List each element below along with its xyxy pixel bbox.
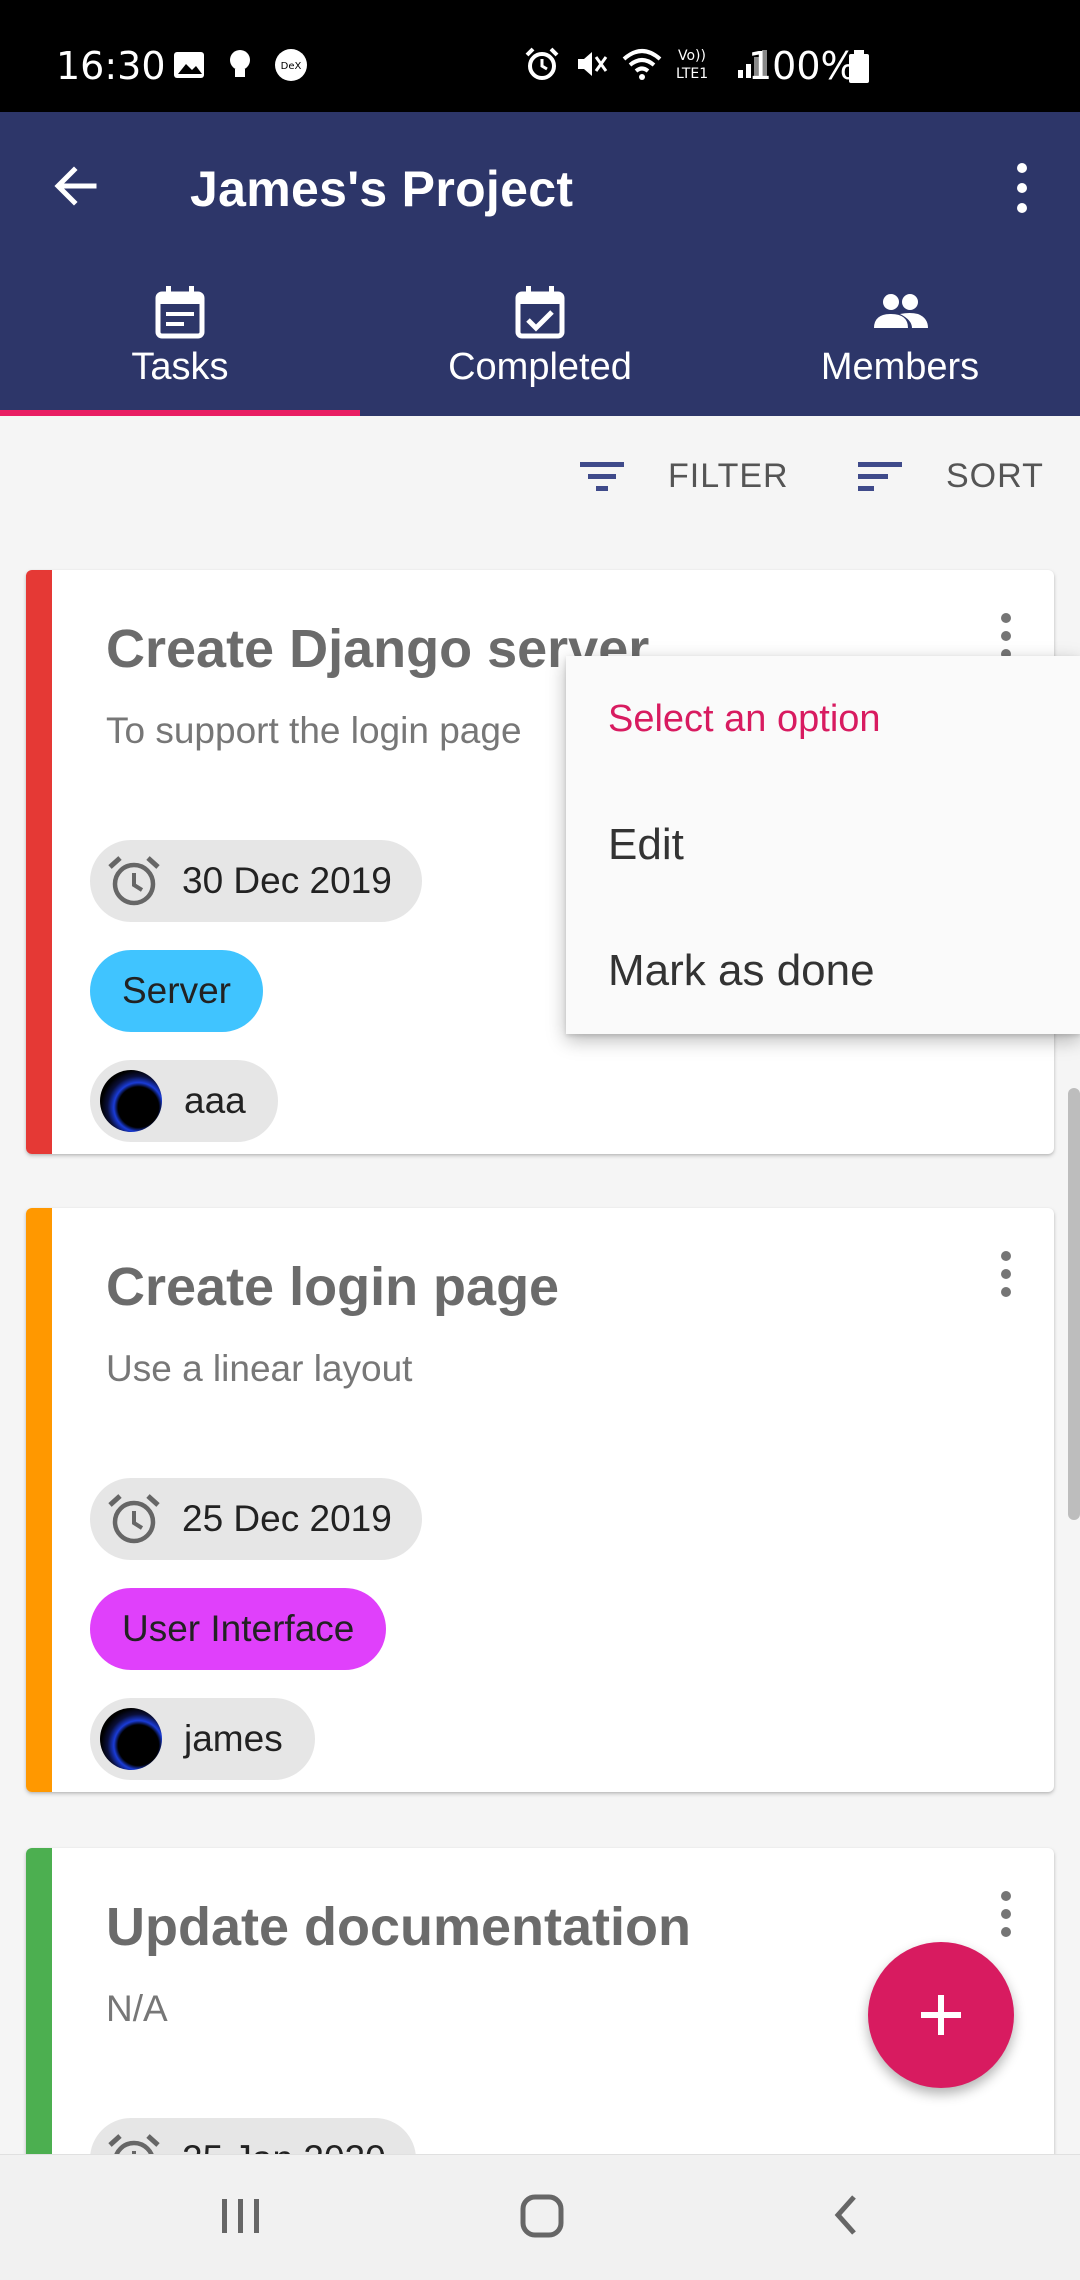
menu-item-edit[interactable]: Edit (608, 820, 684, 870)
task-description: Use a linear layout (106, 1348, 413, 1389)
wifi-icon (622, 49, 662, 80)
due-date-chip: 30 Dec 2019 (90, 840, 422, 922)
add-task-button[interactable] (868, 1942, 1014, 2088)
options-popup-menu: Select an option Edit Mark as done (566, 656, 1080, 1034)
assignee-name: james (184, 1718, 283, 1759)
mute-icon (578, 52, 608, 76)
image-icon (174, 52, 204, 78)
task-title: Create login page (106, 1257, 560, 1317)
sort-icon (858, 462, 902, 491)
filter-icon (580, 462, 624, 491)
svg-text:LTE1: LTE1 (676, 66, 708, 82)
filter-button[interactable]: FILTER (578, 456, 789, 496)
status-bar: 16:30 DeX Vo)) LTE1 100% (0, 0, 1080, 112)
filter-sort-bar: FILTER SORT (0, 416, 1080, 546)
avatar (100, 1070, 162, 1132)
alarm-icon (108, 856, 160, 906)
assignee-name: aaa (184, 1080, 246, 1121)
recents-icon[interactable] (218, 2185, 264, 2245)
dex-icon: DeX (275, 49, 307, 81)
volte-icon: Vo)) LTE1 (676, 48, 708, 82)
more-vert-icon[interactable] (994, 1884, 1018, 1944)
scrollbar[interactable] (1068, 1088, 1080, 1520)
more-vert-icon[interactable] (1000, 160, 1040, 216)
tab-members[interactable]: Members (720, 260, 1080, 416)
tag-chip: Server (90, 950, 263, 1032)
priority-stripe (26, 1208, 52, 1792)
assignee-chip: aaa (90, 1060, 278, 1142)
battery-percent: 100% (748, 44, 857, 88)
app-bar: James's Project (0, 112, 1080, 260)
lightbulb-icon (230, 50, 250, 77)
sort-button[interactable]: SORT (856, 456, 1044, 496)
system-nav-bar (0, 2154, 1080, 2280)
task-description: To support the login page (106, 710, 522, 751)
task-card[interactable]: Create login page Use a linear layout 25… (26, 1208, 1054, 1792)
svg-text:Vo)): Vo)) (678, 48, 706, 64)
filter-label: FILTER (668, 456, 789, 495)
back-icon[interactable] (826, 2185, 866, 2245)
tab-label: Tasks (131, 346, 229, 388)
event-note-icon (155, 286, 205, 339)
tab-label: Members (820, 346, 980, 388)
tag-chip: User Interface (90, 1588, 387, 1670)
arrow-back-icon[interactable] (46, 156, 106, 216)
more-vert-icon[interactable] (994, 1244, 1018, 1304)
task-title: Update documentation (106, 1897, 692, 1957)
assignee-chip: james (90, 1698, 315, 1780)
tab-label: Completed (448, 346, 632, 388)
event-available-icon (515, 286, 565, 339)
menu-item-mark-as-done[interactable]: Mark as done (608, 946, 875, 996)
due-date: 30 Dec 2019 (182, 860, 392, 901)
status-time: 16:30 (56, 44, 166, 88)
sort-label: SORT (946, 456, 1044, 495)
priority-stripe (26, 570, 52, 1154)
tag-label: Server (122, 970, 231, 1011)
people-icon (874, 294, 928, 328)
due-date-chip: 25 Dec 2019 (90, 1478, 422, 1560)
svg-text:DeX: DeX (281, 61, 302, 72)
alarm-icon (108, 1494, 160, 1544)
task-description: N/A (106, 1988, 168, 2029)
tab-tasks[interactable]: Tasks (0, 260, 360, 416)
tab-completed[interactable]: Completed (360, 260, 720, 416)
alarm-icon (525, 47, 559, 80)
home-icon[interactable] (518, 2185, 568, 2245)
popup-header: Select an option (608, 698, 881, 740)
add-icon (921, 1995, 961, 2035)
tag-label: User Interface (122, 1608, 355, 1649)
page-title: James's Project (190, 161, 574, 217)
avatar (100, 1708, 162, 1770)
tab-bar: Tasks Completed Members (0, 260, 1080, 416)
battery-icon (849, 50, 869, 83)
due-date: 25 Dec 2019 (182, 1498, 392, 1539)
